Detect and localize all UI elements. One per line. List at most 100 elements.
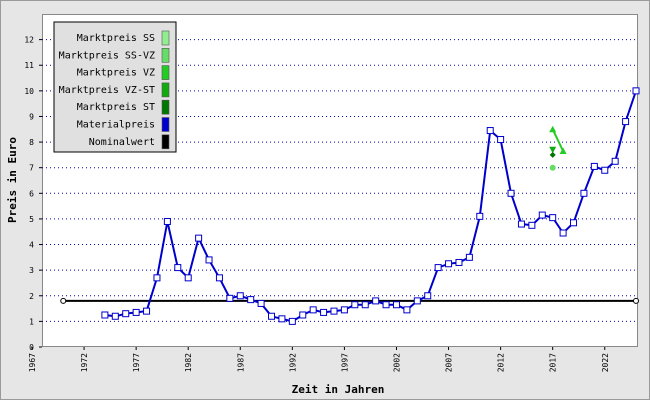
y-tick-label: 12 [24, 36, 34, 45]
point-materialpreis [538, 211, 546, 219]
point-materialpreis [184, 274, 192, 282]
point-materialpreis [215, 274, 223, 282]
x-tick-label: 2012 [497, 353, 506, 372]
point-materialpreis [288, 317, 296, 325]
x-tick-label: 2017 [549, 353, 558, 372]
point-materialpreis [153, 274, 161, 282]
point-materialpreis [392, 301, 400, 309]
x-tick-label: 1972 [80, 353, 89, 372]
legend-label: Marktpreis VZ [77, 68, 155, 79]
point-materialpreis [205, 256, 213, 264]
point-materialpreis [351, 301, 359, 309]
legend-label: Nominalwert [89, 137, 155, 148]
x-tick-label: 2002 [392, 353, 401, 372]
point-materialpreis [403, 306, 411, 314]
point-materialpreis [174, 264, 182, 272]
legend-label: Materialpreis [77, 120, 155, 131]
point-materialpreis [517, 220, 525, 228]
point-materialpreis [382, 301, 390, 309]
point-materialpreis [101, 311, 109, 319]
point-materialpreis [434, 264, 442, 272]
point-marktpreis-vz [559, 147, 567, 155]
point-materialpreis [465, 253, 473, 261]
x-tick-label: 1982 [184, 353, 193, 372]
y-tick-label: 5 [29, 215, 34, 224]
x-tick-label: 1967 [28, 353, 37, 372]
point-marktpreis-vz [549, 125, 557, 133]
x-tick-label: 2022 [601, 353, 610, 372]
y-tick-label: 11 [24, 61, 34, 70]
point-materialpreis [111, 312, 119, 320]
y-tick-label: 4 [29, 241, 34, 250]
point-materialpreis [278, 315, 286, 323]
y-tick-label: 8 [29, 138, 34, 147]
x-tick-label: 2007 [445, 353, 454, 372]
point-materialpreis [195, 234, 203, 242]
point-materialpreis [247, 296, 255, 304]
x-tick-label: 1977 [132, 353, 141, 372]
point-nominalwert [60, 297, 67, 304]
point-materialpreis [570, 219, 578, 227]
y-tick-label: 2 [29, 292, 34, 301]
point-materialpreis [559, 229, 567, 237]
legend-swatch [161, 99, 170, 115]
point-materialpreis [424, 292, 432, 300]
legend-swatch [161, 47, 170, 63]
point-materialpreis [372, 297, 380, 305]
point-materialpreis [309, 306, 317, 314]
point-materialpreis [455, 258, 463, 266]
point-materialpreis [632, 87, 640, 95]
y-tick-label: 3 [29, 266, 34, 275]
legend-label: Marktpreis SS-VZ [59, 50, 155, 61]
point-materialpreis [340, 306, 348, 314]
point-materialpreis [143, 307, 151, 315]
point-materialpreis [528, 221, 536, 229]
point-materialpreis [549, 214, 557, 222]
x-tick-label: 1992 [288, 353, 297, 372]
point-materialpreis [299, 311, 307, 319]
legend-swatch [161, 30, 170, 46]
point-materialpreis [163, 217, 171, 225]
point-materialpreis [507, 189, 515, 197]
legend-swatch [161, 82, 170, 98]
point-materialpreis [236, 292, 244, 300]
legend-swatch [161, 65, 170, 80]
legend-label: Marktpreis SS [77, 33, 155, 44]
point-materialpreis [132, 308, 140, 316]
point-materialpreis [622, 118, 630, 126]
point-materialpreis [257, 299, 265, 307]
y-tick-label: 9 [29, 112, 34, 121]
x-tick-label: 1997 [340, 353, 349, 372]
y-tick-label: 10 [24, 87, 34, 96]
legend: Marktpreis SS Marktpreis SS-VZ Marktpreis … [53, 21, 177, 153]
point-materialpreis [486, 127, 494, 135]
legend-swatch [161, 117, 170, 132]
point-marktpreis-ss-vz [549, 164, 556, 171]
point-materialpreis [476, 212, 484, 220]
y-tick-label: 7 [29, 164, 34, 173]
series-line-materialpreis [104, 90, 637, 323]
point-materialpreis [601, 166, 609, 174]
legend-swatch [161, 134, 170, 150]
point-materialpreis [590, 162, 598, 170]
point-marktpreis-st [549, 151, 556, 158]
point-materialpreis [413, 297, 421, 305]
legend-label: Marktpreis ST [77, 102, 155, 113]
x-axis-title: Zeit in Jahren [292, 383, 385, 396]
point-materialpreis [268, 312, 276, 320]
y-tick-label: 1 [29, 317, 34, 326]
point-materialpreis [122, 310, 130, 318]
price-chart: 0123456789101112196719721977198219871992… [6, 21, 640, 396]
legend-label: Marktpreis VZ-ST [59, 85, 155, 96]
y-tick-label: 6 [29, 189, 34, 198]
point-materialpreis [330, 307, 338, 315]
x-tick-label: 1987 [236, 353, 245, 372]
point-nominalwert [633, 297, 639, 304]
point-materialpreis [497, 136, 505, 144]
point-materialpreis [320, 308, 328, 316]
point-materialpreis [361, 301, 369, 309]
point-materialpreis [226, 294, 234, 302]
y-axis-title: Preis in Euro [6, 137, 19, 223]
point-materialpreis [445, 260, 453, 268]
point-materialpreis [611, 157, 619, 165]
